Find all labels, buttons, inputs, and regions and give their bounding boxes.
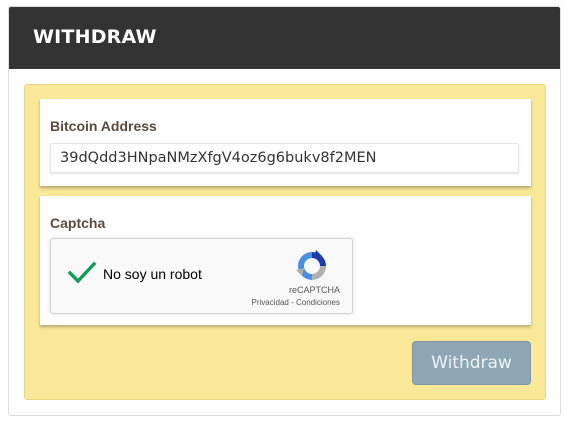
not-robot-label: No soy un robot	[103, 266, 202, 282]
terms-link[interactable]: Condiciones	[296, 298, 340, 307]
bitcoin-address-input[interactable]	[50, 143, 519, 173]
recaptcha-links: Privacidad - Condiciones	[252, 298, 341, 307]
privacy-link[interactable]: Privacidad	[252, 298, 289, 307]
captcha-field-group: Captcha No soy un robot reCAPTCHA Privac…	[40, 196, 531, 325]
recaptcha-logo-icon	[296, 250, 326, 280]
address-label: Bitcoin Address	[50, 118, 157, 134]
captcha-label: Captcha	[50, 215, 106, 231]
recaptcha-widget: No soy un robot reCAPTCHA Privacidad - C…	[50, 238, 353, 314]
card-header: WITHDRAW	[9, 7, 560, 69]
address-field-group: Bitcoin Address	[40, 99, 531, 186]
withdraw-form-panel: Bitcoin Address Captcha No soy un robot	[24, 84, 546, 400]
withdraw-card: WITHDRAW Bitcoin Address Captcha No soy …	[8, 6, 561, 416]
recaptcha-brand: reCAPTCHA	[288, 285, 340, 295]
checkmark-icon[interactable]	[67, 261, 97, 285]
link-separator: -	[288, 298, 296, 307]
withdraw-button[interactable]: Withdraw	[412, 341, 531, 385]
page-title: WITHDRAW	[33, 26, 157, 48]
